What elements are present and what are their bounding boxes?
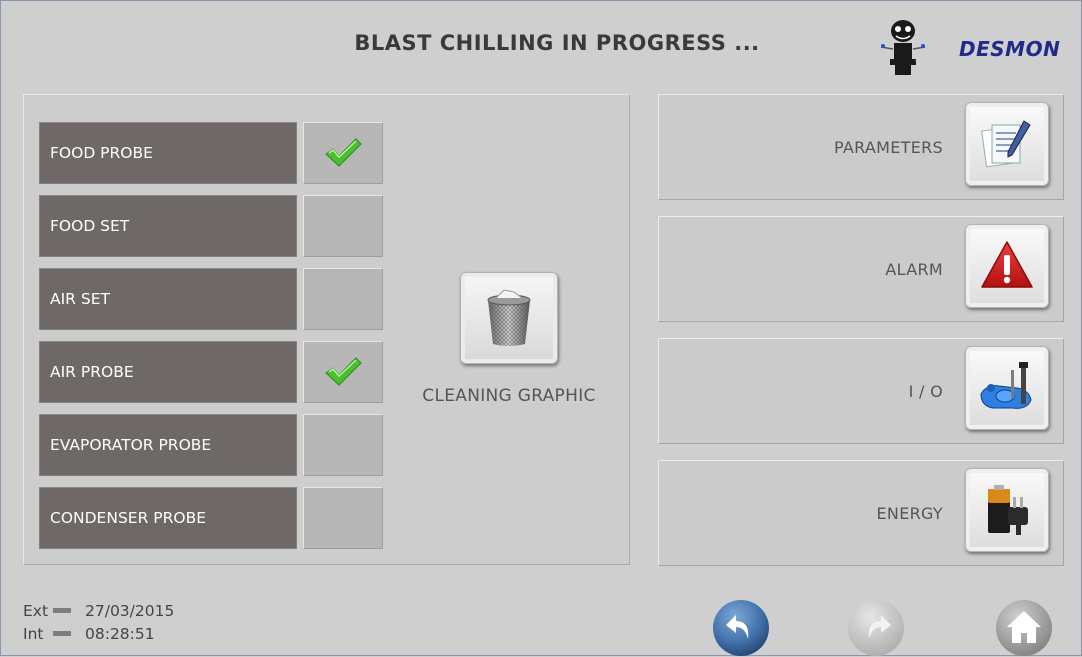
battery-plug-icon	[988, 485, 1028, 535]
menu-io[interactable]: I / O	[658, 338, 1064, 444]
io-tools-icon	[980, 362, 1032, 409]
date-readout: 27/03/2015	[85, 601, 175, 620]
back-button[interactable]	[712, 599, 770, 657]
int-label: Int	[23, 624, 44, 643]
menu-alarm-label: ALARM	[885, 259, 943, 279]
brand-logo: DESMON	[871, 13, 1082, 83]
menu-alarm[interactable]: ALARM	[658, 216, 1064, 322]
status-area: Ext 27/03/2015 Int 08:28:51	[23, 599, 174, 645]
probe-status-box[interactable]	[303, 414, 383, 476]
probe-label[interactable]: FOOD PROBE	[39, 122, 297, 184]
probe-status-box[interactable]	[303, 268, 383, 330]
probe-label[interactable]: EVAPORATOR PROBE	[39, 414, 297, 476]
probe-status-box[interactable]	[303, 487, 383, 549]
ext-label: Ext	[23, 601, 49, 620]
checkmark-icon	[325, 138, 362, 167]
energy-button[interactable]	[965, 468, 1049, 552]
probe-status-box[interactable]	[303, 195, 383, 257]
checkmark-icon	[325, 357, 362, 386]
parameters-button[interactable]	[965, 102, 1049, 186]
desmon-mascot-icon	[880, 20, 927, 75]
menu-energy-label: ENERGY	[876, 503, 943, 523]
time-readout: 08:28:51	[85, 624, 155, 643]
probe-label[interactable]: CONDENSER PROBE	[39, 487, 297, 549]
io-button[interactable]	[965, 346, 1049, 430]
probe-panel: FOOD PROBE FOOD SET AIR SET AIR PROBE EVAPOR…	[23, 94, 630, 565]
cleaning-graphic-button[interactable]	[460, 272, 558, 364]
probe-label[interactable]: AIR SET	[39, 268, 297, 330]
documents-pen-icon	[981, 120, 1031, 168]
menu-energy[interactable]: ENERGY	[658, 460, 1064, 566]
warning-triangle-icon	[981, 241, 1033, 288]
menu-parameters[interactable]: PARAMETERS	[658, 94, 1064, 200]
int-indicator	[53, 631, 71, 636]
probe-label[interactable]: AIR PROBE	[39, 341, 297, 403]
ext-indicator	[53, 608, 71, 613]
menu-parameters-label: PARAMETERS	[833, 137, 943, 157]
menu-io-label: I / O	[908, 381, 943, 401]
cleaning-graphic-label: CLEANING GRAPHIC	[422, 386, 596, 406]
probe-status-box[interactable]	[303, 341, 383, 403]
forward-button[interactable]	[847, 599, 905, 657]
probe-label[interactable]: FOOD SET	[39, 195, 297, 257]
probe-status-box[interactable]	[303, 122, 383, 184]
trash-basket-icon	[487, 289, 531, 346]
hmi-screen: BLAST CHILLING IN PROGRESS ... DESMON FO…	[0, 0, 1082, 656]
home-button[interactable]	[995, 599, 1053, 657]
alarm-button[interactable]	[965, 224, 1049, 308]
brand-name: DESMON	[959, 37, 1061, 61]
